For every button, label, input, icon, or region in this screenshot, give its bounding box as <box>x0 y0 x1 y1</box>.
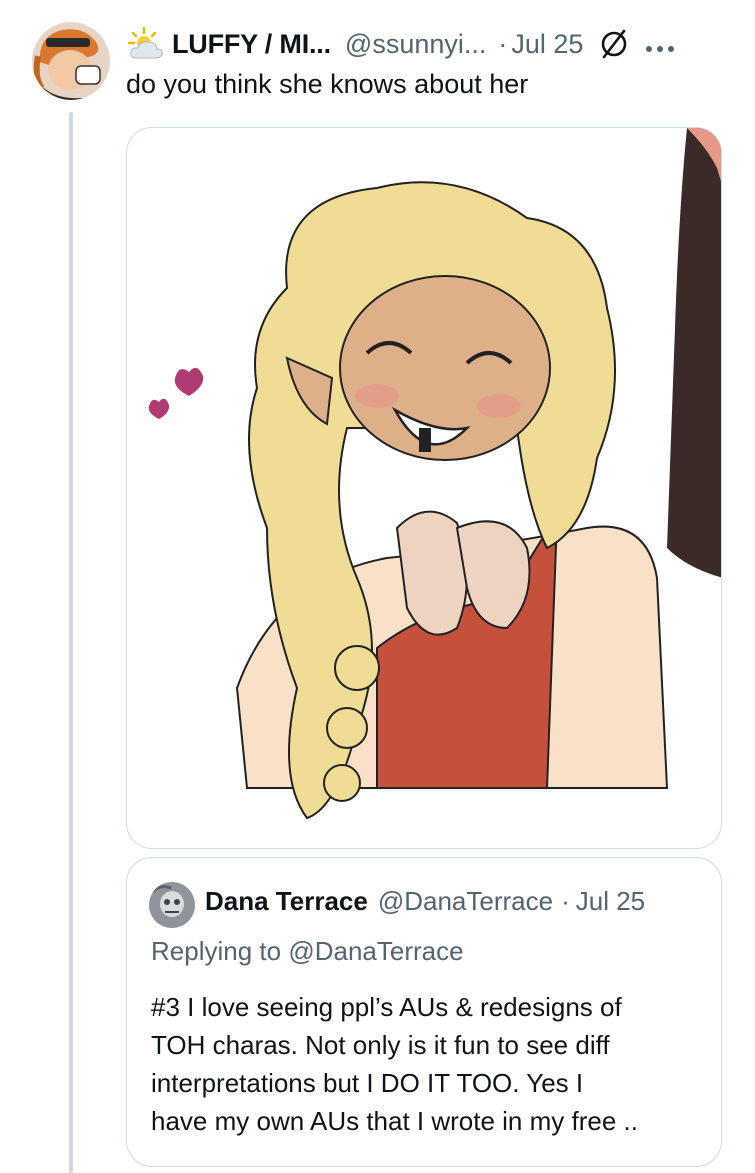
quoted-tweet-text: #3 I love seeing ppl’s AUs & redesigns o… <box>151 988 711 1140</box>
quoted-text-line: have my own AUs that I wrote in my free … <box>151 1106 638 1136</box>
quoted-author-name[interactable]: Dana Terrace <box>205 886 368 917</box>
tweet-header: LUFFY / MI... @ssunnyi... · Jul 25 <box>126 24 675 64</box>
replying-to-label: Replying to <box>151 936 282 966</box>
quoted-author-handle[interactable]: @DanaTerrace <box>378 886 553 917</box>
thread-connector-line <box>69 112 73 1173</box>
circle-slash-icon <box>597 27 631 61</box>
quoted-author-avatar[interactable] <box>149 882 195 928</box>
quoted-text-line: TOH charas. Not only is it fun to see di… <box>151 1030 610 1060</box>
tweet-date[interactable]: Jul 25 <box>511 29 583 60</box>
author-name[interactable]: LUFFY / MI... <box>172 29 331 60</box>
replying-to-line: Replying to @DanaTerrace <box>151 936 464 967</box>
separator-dot: · <box>561 886 570 916</box>
replying-to-mention[interactable]: @DanaTerrace <box>288 936 463 966</box>
tweet-media-image[interactable] <box>126 127 722 849</box>
sun-behind-cloud-icon <box>126 26 164 62</box>
quoted-text-line: interpretations but I DO IT TOO. Yes I <box>151 1068 584 1098</box>
quoted-tweet[interactable]: Dana Terrace @DanaTerrace · Jul 25 Reply… <box>126 857 722 1167</box>
more-options-icon[interactable] <box>645 40 675 52</box>
separator-dot: · <box>498 28 508 59</box>
tweet-text: do you think she knows about her <box>126 69 529 99</box>
quoted-text-line: #3 I love seeing ppl’s AUs & redesigns o… <box>151 992 622 1022</box>
quoted-tweet-date[interactable]: Jul 25 <box>576 886 645 917</box>
author-avatar[interactable] <box>32 22 110 100</box>
author-handle[interactable]: @ssunnyi... <box>345 29 486 60</box>
quoted-tweet-header: Dana Terrace @DanaTerrace · Jul 25 <box>205 886 645 917</box>
